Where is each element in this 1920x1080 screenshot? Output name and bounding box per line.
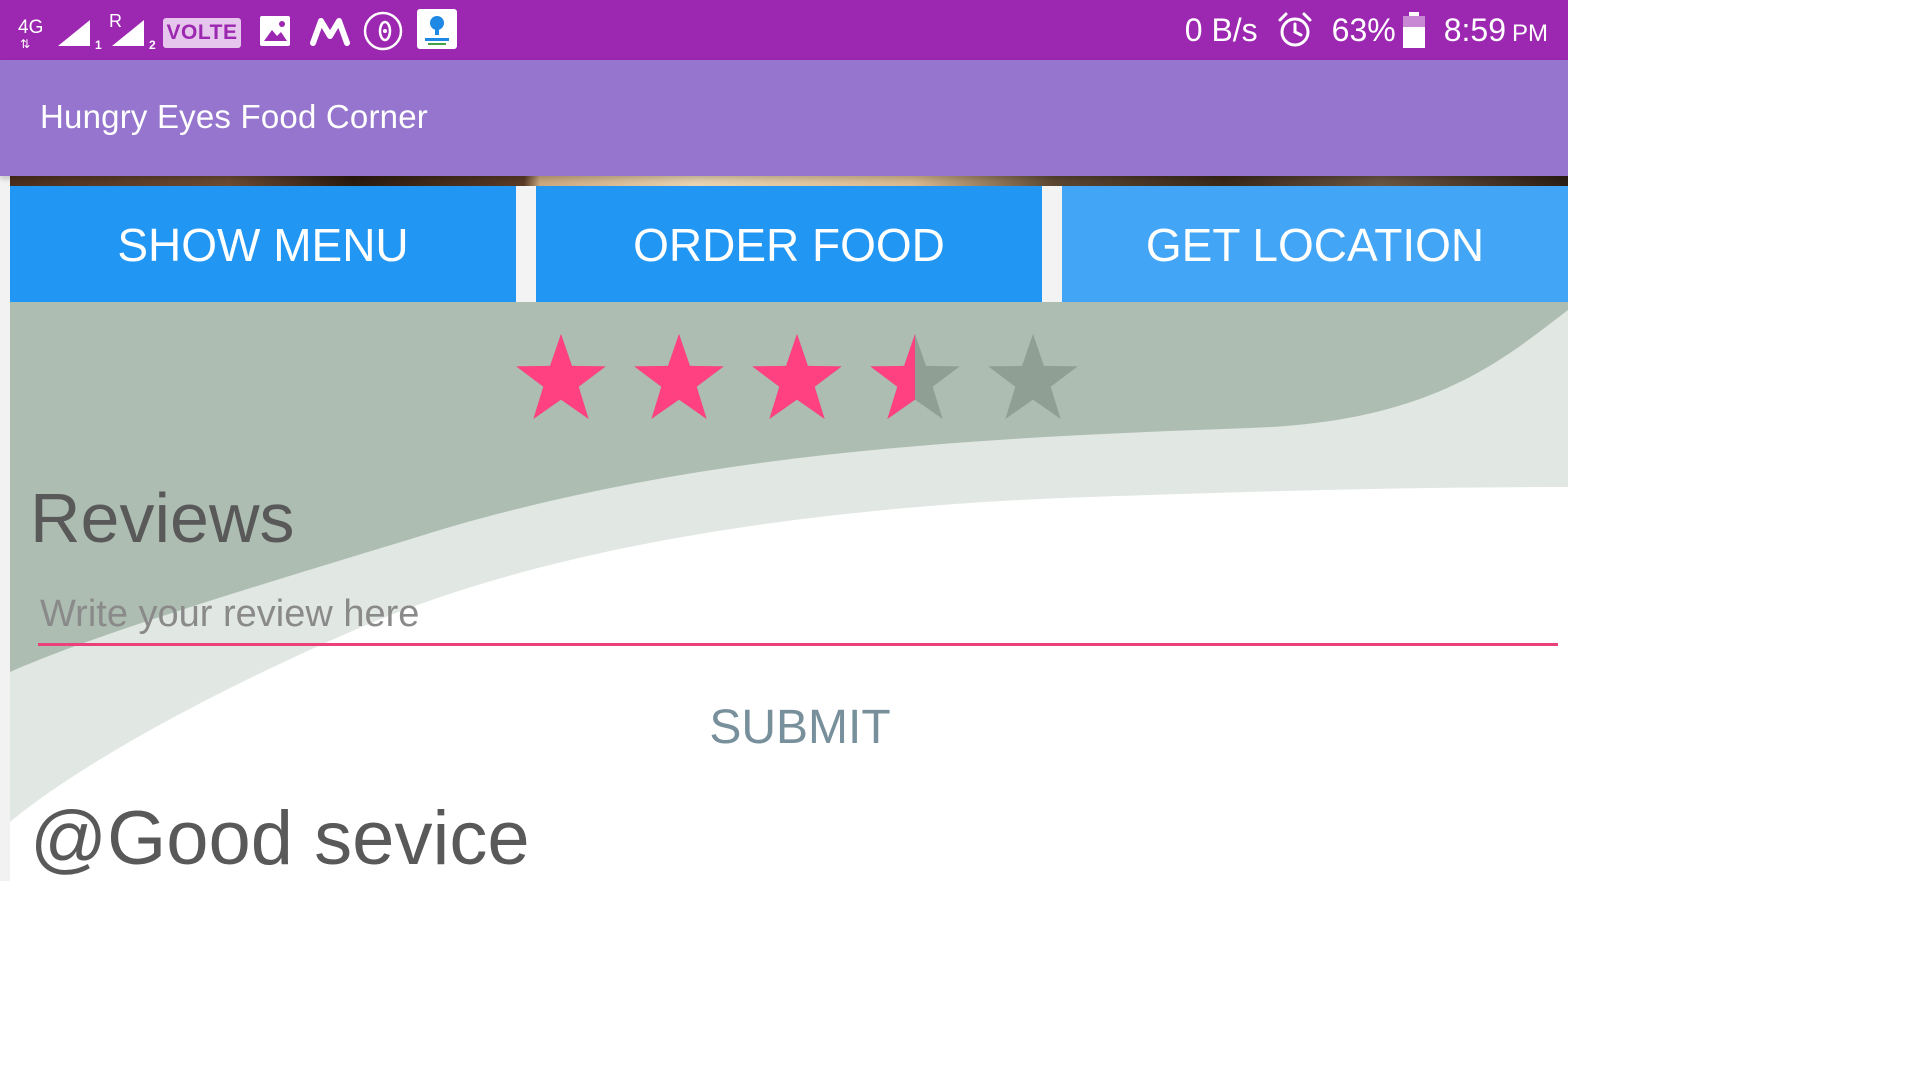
rating-star-icon[interactable]: [630, 330, 728, 428]
battery-icon: [1402, 12, 1425, 48]
clock-ampm: PM: [1512, 19, 1548, 47]
left-edge: [0, 176, 10, 881]
battery-status: 63%: [1332, 11, 1426, 49]
review-input[interactable]: [38, 586, 1558, 646]
review-entry: @Good sevice: [30, 796, 530, 881]
rating-bar[interactable]: [512, 330, 1082, 428]
rating-star-icon[interactable]: [866, 330, 964, 428]
button-divider: [516, 186, 536, 302]
submit-button[interactable]: SUBMIT: [690, 692, 910, 762]
alarm-icon: [1278, 12, 1312, 47]
network-activity-icon: ⇅: [20, 37, 31, 51]
order-food-button[interactable]: ORDER FOOD: [536, 186, 1042, 302]
battery-percent: 63%: [1331, 11, 1396, 48]
network-type-label: 4G: [18, 17, 44, 38]
music-icon: [363, 11, 403, 51]
aryakosh-app-icon: [417, 9, 457, 49]
clock-time: 8:59: [1443, 11, 1506, 48]
status-bar-right: 0 B/s 63% 8:59 PM: [1185, 0, 1548, 60]
sim1-index: 1: [95, 38, 102, 52]
sim2-index: 2: [149, 38, 156, 52]
app-screen: 4G ⇅ 1 R 2 VOLTE 0 B/s 63% 8:59 PM Hungr…: [0, 0, 1568, 881]
rating-star-icon[interactable]: [984, 330, 1082, 428]
rating-star-icon[interactable]: [748, 330, 846, 428]
reviews-heading: Reviews: [30, 479, 295, 557]
get-location-button[interactable]: GET LOCATION: [1062, 186, 1568, 302]
volte-badge: VOLTE: [163, 18, 241, 48]
gallery-icon: [260, 16, 290, 46]
app-title: Hungry Eyes Food Corner: [40, 98, 428, 135]
app-bar: Hungry Eyes Food Corner: [0, 60, 1568, 176]
rating-star-icon[interactable]: [512, 330, 610, 428]
status-bar: 4G ⇅ 1 R 2 VOLTE 0 B/s 63% 8:59 PM: [0, 0, 1568, 60]
signal-icon: [58, 20, 90, 46]
clock: 8:59 PM: [1444, 12, 1548, 49]
show-menu-button[interactable]: SHOW MENU: [10, 186, 516, 302]
signal-icon: [112, 20, 144, 46]
data-speed: 0 B/s: [1184, 11, 1258, 48]
button-divider: [1042, 186, 1062, 302]
myntra-icon: [310, 18, 350, 46]
